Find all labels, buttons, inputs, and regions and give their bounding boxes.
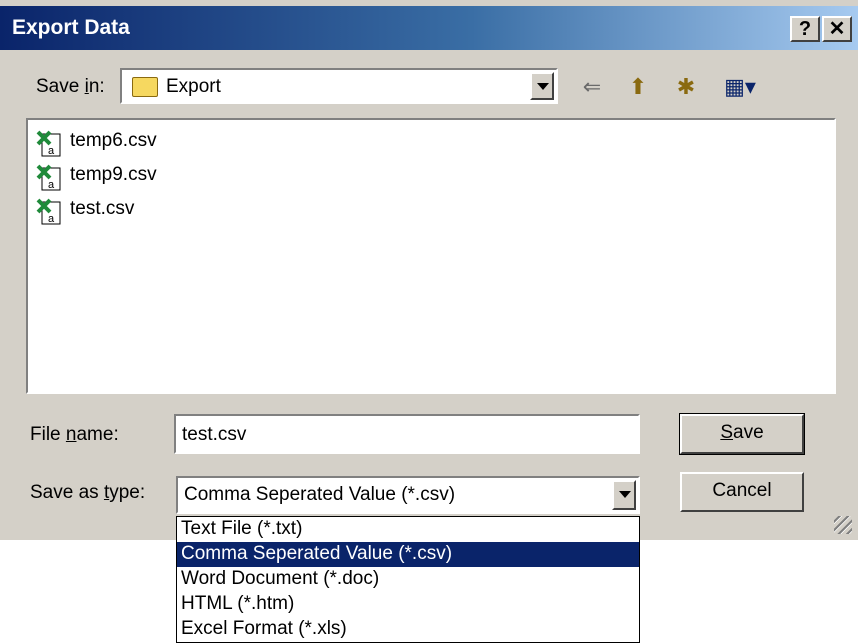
save-as-type-value: Comma Seperated Value (*.csv) — [184, 484, 456, 505]
help-icon: ? — [798, 18, 812, 40]
file-name: test.csv — [70, 198, 135, 219]
dropdown-option-htm[interactable]: HTML (*.htm) — [177, 592, 639, 617]
dropdown-option-csv[interactable]: Comma Seperated Value (*.csv) — [177, 542, 639, 567]
dropdown-option-doc[interactable]: Word Document (*.doc) — [177, 567, 639, 592]
save-as-type-combo[interactable]: Comma Seperated Value (*.csv) — [176, 476, 640, 514]
up-folder-icon[interactable]: ⬆ — [622, 74, 654, 100]
save-in-combo[interactable]: Export — [120, 68, 558, 104]
dialog-title: Export Data — [12, 16, 130, 39]
help-button[interactable]: ? — [790, 16, 820, 42]
export-dialog: Export Data ? ✕ Save in: Export ⇐ ⬆ ✱ ▦▾… — [0, 0, 858, 540]
new-folder-icon[interactable]: ✱ — [668, 74, 704, 100]
svg-text:a: a — [48, 179, 55, 191]
svg-text:a: a — [48, 213, 55, 225]
file-list[interactable]: a temp6.csv a temp9.csv a test.csv — [26, 118, 836, 394]
csv-file-icon: a — [36, 164, 61, 191]
save-as-type-dropdown-arrow[interactable] — [612, 480, 636, 510]
close-button[interactable]: ✕ — [822, 16, 852, 42]
save-in-dropdown-arrow[interactable] — [530, 72, 554, 100]
svg-text:a: a — [48, 145, 55, 157]
save-as-type-label: Save as type: — [30, 482, 146, 503]
open-folder-icon — [132, 77, 158, 97]
view-menu-icon[interactable]: ▦▾ — [718, 74, 762, 100]
close-icon: ✕ — [828, 18, 846, 40]
title-bar[interactable]: Export Data ? ✕ — [0, 6, 858, 50]
cancel-button[interactable]: Cancel — [680, 472, 804, 512]
save-in-label: Save in: — [36, 76, 105, 97]
csv-file-icon: a — [36, 130, 61, 157]
dropdown-option-xls[interactable]: Excel Format (*.xls) — [177, 617, 639, 642]
save-as-type-options[interactable]: Text File (*.txt) Comma Seperated Value … — [176, 516, 640, 643]
csv-file-icon: a — [36, 198, 61, 225]
save-button[interactable]: Save — [679, 413, 805, 455]
file-name: temp6.csv — [70, 130, 157, 151]
file-name-input[interactable]: test.csv — [174, 414, 640, 454]
dropdown-option-txt[interactable]: Text File (*.txt) — [177, 517, 639, 542]
back-icon[interactable]: ⇐ — [576, 74, 608, 100]
resize-grip[interactable] — [834, 516, 852, 534]
file-name: temp9.csv — [70, 164, 157, 185]
file-name-label: File name: — [30, 424, 119, 445]
save-in-value: Export — [166, 76, 221, 97]
file-name-value: test.csv — [182, 424, 247, 445]
